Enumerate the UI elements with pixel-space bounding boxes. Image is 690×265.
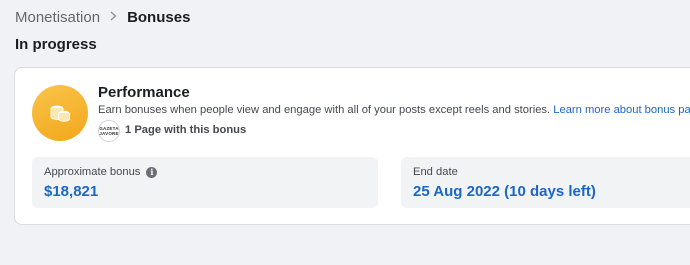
pages-with-bonus[interactable]: 1 Page with this bonus [125,124,246,136]
breadcrumb-current: Bonuses [127,8,191,26]
breadcrumb-monetisation-link[interactable]: Monetisation [15,9,100,26]
bonus-description: Earn bonuses when people view and engage… [98,104,690,116]
page-logo-line2: JAVORE [99,131,119,136]
coin-stack-icon [32,85,88,141]
learn-more-link[interactable]: Learn more about bonus payouts. [553,104,690,116]
approximate-bonus-label-row: Approximate bonus i [44,166,158,178]
page-logo: GAZETA JAVORE [98,120,120,142]
bonus-title: Performance [98,84,190,101]
approximate-bonus-box: Approximate bonus i $18,821 [32,157,378,208]
chevron-right-icon [110,10,117,24]
bonus-card: Performance Earn bonuses when people vie… [14,67,690,225]
end-date-value: 25 Aug 2022 (10 days left) [413,183,596,200]
bonus-description-text: Earn bonuses when people view and engage… [98,104,551,116]
end-date-box: End date 25 Aug 2022 (10 days left) [401,157,690,208]
approximate-bonus-label: Approximate bonus [44,166,141,178]
approximate-bonus-value: $18,821 [44,183,99,200]
end-date-label: End date [413,166,458,178]
breadcrumb: Monetisation Bonuses [15,7,190,27]
info-icon[interactable]: i [146,166,158,178]
section-title: In progress [15,36,97,53]
